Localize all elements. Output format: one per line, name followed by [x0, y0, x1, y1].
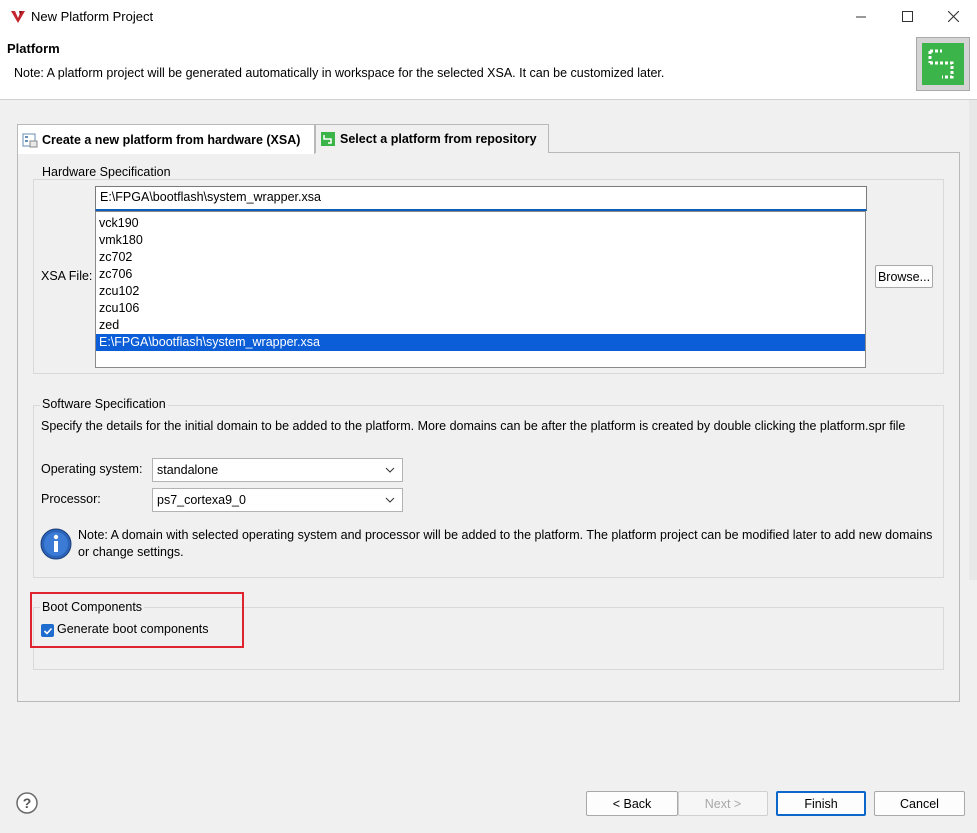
minimize-icon: [855, 16, 866, 17]
svg-text:?: ?: [23, 795, 32, 811]
window-title: New Platform Project: [31, 8, 154, 24]
software-spec-description: Specify the details for the initial doma…: [41, 419, 906, 433]
chevron-down-icon: [385, 497, 395, 503]
xsa-file-dropdown-list[interactable]: vck190 vmk180 zc702 zc706 zcu102 zcu106 …: [95, 211, 866, 368]
scroll-gutter: [969, 100, 977, 580]
list-item[interactable]: zc706: [96, 266, 865, 283]
title-bar: New Platform Project: [0, 0, 977, 32]
back-button[interactable]: < Back: [586, 791, 678, 816]
help-icon[interactable]: ?: [16, 792, 38, 814]
os-label: Operating system:: [41, 462, 143, 476]
list-item[interactable]: vck190: [96, 215, 865, 232]
hardware-spec-label: Hardware Specification: [40, 165, 173, 179]
domain-note: Note: A domain with selected operating s…: [78, 528, 933, 559]
tab-select-from-repository[interactable]: Select a platform from repository: [315, 124, 549, 153]
maximize-button[interactable]: [884, 0, 930, 32]
chevron-down-icon: [385, 467, 395, 473]
software-spec-label: Software Specification: [40, 397, 168, 411]
close-icon: [947, 10, 959, 22]
list-item[interactable]: zed: [96, 317, 865, 334]
browse-button[interactable]: Browse...: [875, 265, 933, 288]
hardware-tab-icon: [22, 133, 38, 147]
highlight-annotation: [30, 592, 244, 648]
cancel-button[interactable]: Cancel: [874, 791, 965, 816]
list-item[interactable]: zcu102: [96, 283, 865, 300]
list-item-selected[interactable]: E:\FPGA\bootflash\system_wrapper.xsa: [96, 334, 865, 351]
vitis-logo-icon: [11, 11, 25, 23]
tab-label: Create a new platform from hardware (XSA…: [42, 132, 301, 147]
list-item[interactable]: zc702: [96, 249, 865, 266]
page-description: Note: A platform project will be generat…: [14, 66, 665, 80]
xsa-file-label: XSA File:: [41, 269, 93, 283]
processor-label: Processor:: [41, 492, 101, 506]
finish-button[interactable]: Finish: [776, 791, 866, 816]
platform-wizard-icon: [916, 37, 970, 91]
info-icon: [40, 528, 72, 560]
close-button[interactable]: [930, 0, 976, 32]
processor-select[interactable]: ps7_cortexa9_0: [152, 488, 403, 512]
xsa-file-input[interactable]: E:\FPGA\bootflash\system_wrapper.xsa: [95, 186, 867, 211]
list-item[interactable]: zcu106: [96, 300, 865, 317]
page-title: Platform: [7, 41, 60, 56]
next-button[interactable]: Next >: [678, 791, 768, 816]
list-item[interactable]: vmk180: [96, 232, 865, 249]
maximize-icon: [901, 10, 913, 22]
os-value: standalone: [157, 463, 219, 477]
os-select[interactable]: standalone: [152, 458, 403, 482]
repository-tab-icon: [321, 132, 335, 146]
tab-label: Select a platform from repository: [340, 132, 537, 146]
minimize-button[interactable]: [838, 0, 884, 32]
processor-value: ps7_cortexa9_0: [157, 493, 246, 507]
tab-create-from-hardware[interactable]: Create a new platform from hardware (XSA…: [17, 124, 315, 154]
wizard-header: Platform Note: A platform project will b…: [0, 32, 977, 100]
